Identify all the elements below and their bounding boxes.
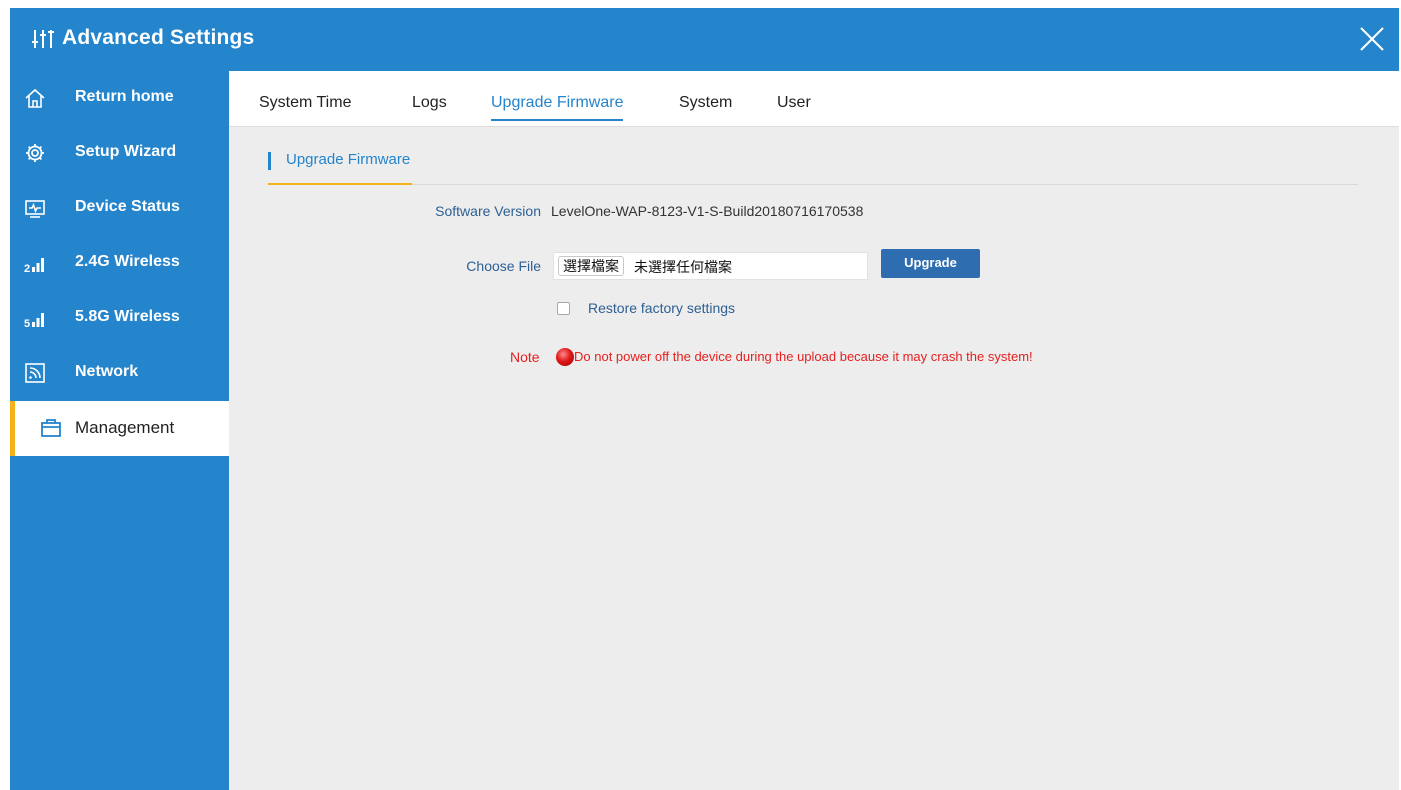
section-header: Upgrade Firmware xyxy=(268,148,1358,185)
svg-text:5: 5 xyxy=(24,318,30,329)
sidebar: Return home Setup Wizard Device Status 2… xyxy=(10,71,229,790)
sidebar-item-label: Setup Wizard xyxy=(75,143,177,160)
section-marker xyxy=(268,152,271,170)
file-name-text: 未選擇任何檔案 xyxy=(634,259,732,275)
active-indicator xyxy=(10,401,15,456)
tab-upgrade-firmware[interactable]: Upgrade Firmware xyxy=(491,94,624,121)
signal-2g-icon: 2 xyxy=(24,258,44,274)
sidebar-item-device-status[interactable]: Device Status xyxy=(10,181,229,236)
restore-factory-label[interactable]: Restore factory settings xyxy=(588,300,735,316)
software-version-value: LevelOne-WAP-8123-V1-S-Build201807161705… xyxy=(551,203,864,219)
svg-text:2: 2 xyxy=(24,263,30,274)
network-icon xyxy=(25,363,45,383)
sliders-icon xyxy=(32,30,54,48)
file-input[interactable]: 選擇檔案 未選擇任何檔案 xyxy=(553,252,868,280)
section-title: Upgrade Firmware xyxy=(286,151,411,168)
sidebar-item-label: Management xyxy=(75,418,175,437)
sidebar-item-label: Network xyxy=(75,363,139,380)
software-version-label: Software Version xyxy=(435,203,541,219)
sidebar-item-management[interactable]: Management xyxy=(10,401,229,456)
window-title: Advanced Settings xyxy=(62,26,255,49)
home-icon xyxy=(25,88,45,108)
app-window: Advanced Settings Return home Setup Wiza… xyxy=(10,8,1399,790)
tab-user[interactable]: User xyxy=(777,94,811,119)
note-text: Do not power off the device during the u… xyxy=(574,349,1033,364)
sidebar-item-return-home[interactable]: Return home xyxy=(10,71,229,126)
briefcase-icon xyxy=(41,419,61,437)
signal-5g-icon: 5 xyxy=(24,313,44,329)
tab-logs[interactable]: Logs xyxy=(412,94,447,119)
tab-system-time[interactable]: System Time xyxy=(259,94,351,119)
upgrade-button[interactable]: Upgrade xyxy=(881,249,980,278)
sidebar-item-5-8g-wireless[interactable]: 5 5.8G Wireless xyxy=(10,291,229,346)
sidebar-item-2-4g-wireless[interactable]: 2 2.4G Wireless xyxy=(10,236,229,291)
tab-bar: System Time Logs Upgrade Firmware System… xyxy=(229,71,1399,127)
choose-file-label: Choose File xyxy=(466,258,541,274)
monitor-icon xyxy=(25,200,45,218)
sidebar-item-label: 5.8G Wireless xyxy=(75,308,180,325)
warning-dot-icon xyxy=(556,348,574,366)
sidebar-item-label: Return home xyxy=(75,88,174,105)
section-underline xyxy=(268,183,412,185)
tab-system[interactable]: System xyxy=(679,94,732,119)
sidebar-item-label: Device Status xyxy=(75,198,180,215)
sidebar-item-network[interactable]: Network xyxy=(10,346,229,401)
sidebar-item-setup-wizard[interactable]: Setup Wizard xyxy=(10,126,229,181)
choose-file-button[interactable]: 選擇檔案 xyxy=(558,256,624,276)
close-icon[interactable] xyxy=(1359,26,1385,52)
sidebar-item-label: 2.4G Wireless xyxy=(75,253,180,270)
note-label: Note xyxy=(510,349,540,365)
gear-icon xyxy=(26,144,44,162)
title-bar: Advanced Settings xyxy=(10,8,1399,71)
restore-factory-checkbox[interactable] xyxy=(557,302,570,315)
